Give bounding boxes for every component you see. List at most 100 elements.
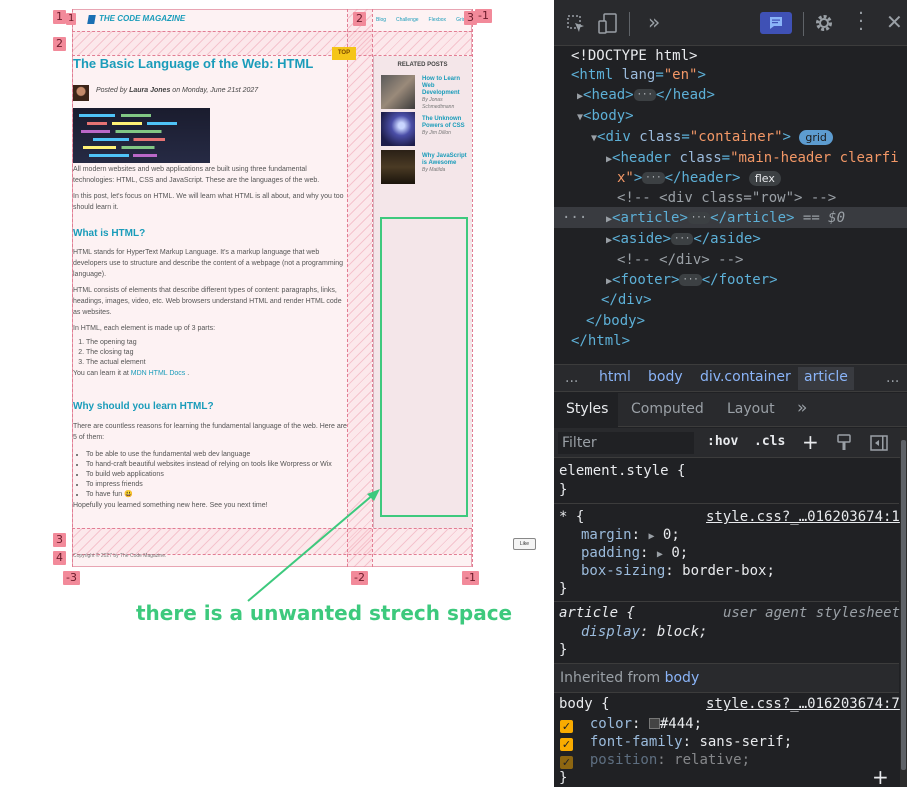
brand-name[interactable]: THE CODE MAGAZINE (99, 14, 185, 23)
margin-declaration[interactable]: margin: ▶ 0; (581, 526, 680, 546)
checkbox-checked-icon[interactable]: ✓ (560, 738, 573, 751)
breadcrumb-div-container[interactable]: div.container (700, 369, 791, 385)
tab-computed[interactable]: Computed (631, 401, 704, 417)
inherited-prefix: Inherited from (560, 670, 661, 686)
body-source-link[interactable]: style.css?_…016203674:7 (706, 695, 900, 713)
universal-selector[interactable]: * { (559, 508, 584, 526)
settings-gear-icon[interactable] (814, 13, 834, 33)
collapsed-ellipsis[interactable]: ··· (671, 233, 694, 245)
paint-brush-icon[interactable] (836, 434, 852, 452)
dom-body-close[interactable]: </body> (586, 311, 645, 331)
related-post-title[interactable]: How to Learn Web Development (422, 76, 468, 97)
related-post-2-thumb[interactable] (381, 112, 415, 146)
dom-aside-node[interactable]: ▶<aside> ··· </aside> (606, 229, 761, 251)
new-rule-plus-icon[interactable]: + (802, 430, 819, 454)
tab-layout[interactable]: Layout (727, 401, 775, 417)
related-post-title[interactable]: Why JavaScript is Awesome (422, 153, 468, 167)
font-family-value[interactable]: sans-serif; (699, 734, 792, 750)
like-button[interactable]: Like (513, 538, 536, 550)
tab-styles-label[interactable]: Styles (566, 401, 608, 417)
breadcrumb-bar: ... html body div.container article ... (554, 364, 907, 392)
device-toolbar-icon[interactable] (598, 13, 618, 35)
checkbox-checked-icon[interactable]: ✓ (560, 756, 573, 769)
collapsed-ellipsis[interactable]: ··· (633, 89, 656, 101)
dom-doctype[interactable]: <!DOCTYPE html> (571, 46, 697, 66)
breadcrumb-overflow-right[interactable]: ... (886, 370, 899, 386)
article-selector[interactable]: article { (559, 604, 635, 622)
styles-scrollbar-thumb[interactable] (901, 440, 906, 770)
dom-header-node[interactable]: ▶<header class="main-header clearfi (606, 148, 899, 170)
expand-shorthand-icon[interactable]: ▶ (648, 531, 654, 542)
expand-shorthand-icon[interactable]: ▶ (657, 549, 663, 560)
collapsed-ellipsis[interactable]: ··· (687, 212, 711, 224)
flex-badge[interactable]: flex (748, 171, 781, 186)
breadcrumb-overflow-left[interactable]: ... (565, 370, 578, 386)
div-bracket: > (782, 129, 791, 145)
kebab-menu-icon[interactable]: · · · (858, 5, 864, 39)
dom-div-close[interactable]: </div> (601, 290, 652, 310)
body-selector[interactable]: body { (559, 695, 610, 713)
related-post-1-thumb[interactable] (381, 75, 415, 109)
nav-link-challenge[interactable]: Challenge (396, 17, 419, 23)
related-post-author: By Matilda (422, 167, 446, 173)
position-declaration[interactable]: ✓ position: relative; (560, 751, 750, 769)
code-lines-decoration (79, 114, 199, 117)
related-post-3-thumb[interactable] (381, 150, 415, 184)
nav-link-flexbox[interactable]: Flexbox (429, 17, 447, 23)
dom-comment-row[interactable]: <!-- <div class="row"> --> (617, 188, 836, 208)
dom-article-node[interactable]: ··· (562, 208, 587, 228)
padding-value[interactable]: 0; (671, 545, 688, 561)
toggle-sidebar-icon[interactable] (870, 435, 888, 451)
dom-header-node-cont[interactable]: x"> ··· </header> flex (617, 168, 781, 188)
mdn-docs-link[interactable]: MDN HTML Docs (131, 370, 186, 377)
grid-badge[interactable]: grid (799, 130, 833, 145)
checkbox-checked-icon[interactable]: ✓ (560, 720, 573, 733)
color-declaration[interactable]: ✓ color: #444; (560, 715, 702, 733)
parts-list: The opening tag The closing tag The actu… (73, 338, 347, 368)
class-attr: class (679, 150, 722, 166)
hov-toggle[interactable]: :hov (707, 434, 738, 449)
dom-html-node[interactable]: <html lang="en"> (571, 65, 706, 85)
related-post-1[interactable]: How to Learn Web Development By Jonas Sc… (422, 76, 468, 111)
add-declaration-plus-icon[interactable]: + (872, 767, 889, 787)
color-value[interactable]: #444; (660, 716, 702, 732)
collapsed-ellipsis[interactable]: ··· (642, 172, 665, 184)
breadcrumb-body[interactable]: body (648, 369, 683, 385)
related-post-title[interactable]: The Unknown Powers of CSS (422, 116, 468, 130)
grid-gap-row-1 (72, 31, 472, 55)
more-tabs-icon[interactable]: » (648, 10, 660, 34)
nav-link-blog[interactable]: Blog (376, 17, 386, 23)
related-post-2[interactable]: The Unknown Powers of CSS By Jim Dillon (422, 116, 468, 137)
filter-input[interactable]: Filter (558, 432, 694, 454)
dom-container-node[interactable]: ▼<div class="container"> grid (591, 127, 833, 149)
styles-filter-bar: Filter :hov .cls + (554, 428, 907, 458)
element-style-selector[interactable]: element.style { (559, 462, 685, 480)
cls-toggle[interactable]: .cls (754, 434, 785, 449)
dom-comment-div[interactable]: <!-- </div> --> (617, 250, 743, 270)
related-post-3[interactable]: Why JavaScript is Awesome By Matilda (422, 153, 468, 174)
padding-declaration[interactable]: padding: ▶ 0; (581, 544, 688, 564)
font-family-declaration[interactable]: ✓ font-family: sans-serif; (560, 733, 792, 751)
color-swatch-icon[interactable] (648, 718, 660, 729)
issues-button[interactable] (760, 12, 792, 34)
breadcrumb-article[interactable]: article (798, 367, 854, 390)
row-menu-icon[interactable]: ··· (562, 210, 587, 226)
margin-value[interactable]: 0; (663, 527, 680, 543)
dom-body-node[interactable]: ▼<body> (577, 106, 634, 128)
aside-tag: <aside> (612, 231, 672, 247)
inherited-body-link[interactable]: body (665, 670, 700, 686)
breadcrumb-html[interactable]: html (599, 369, 631, 385)
collapsed-ellipsis[interactable]: ··· (679, 274, 702, 286)
box-sizing-value[interactable]: border-box; (682, 563, 775, 579)
close-icon[interactable]: ✕ (886, 10, 903, 34)
dom-html-close[interactable]: </html> (571, 331, 630, 351)
position-value[interactable]: relative; (674, 752, 750, 768)
more-panes-icon[interactable]: » (797, 398, 807, 418)
dom-article-node-label[interactable]: ▶<article> ··· </article> == $0 (606, 208, 845, 230)
box-sizing-declaration[interactable]: box-sizing: border-box; (581, 562, 775, 580)
inspect-element-icon[interactable] (566, 14, 586, 34)
universal-source-link[interactable]: style.css?_…016203674:1 (706, 508, 900, 526)
dom-footer-node[interactable]: ▶<footer> ··· </footer> (606, 270, 778, 292)
dom-head-node[interactable]: ▶<head> ··· </head> (577, 85, 715, 107)
header-close-tag: </header> (664, 170, 741, 186)
